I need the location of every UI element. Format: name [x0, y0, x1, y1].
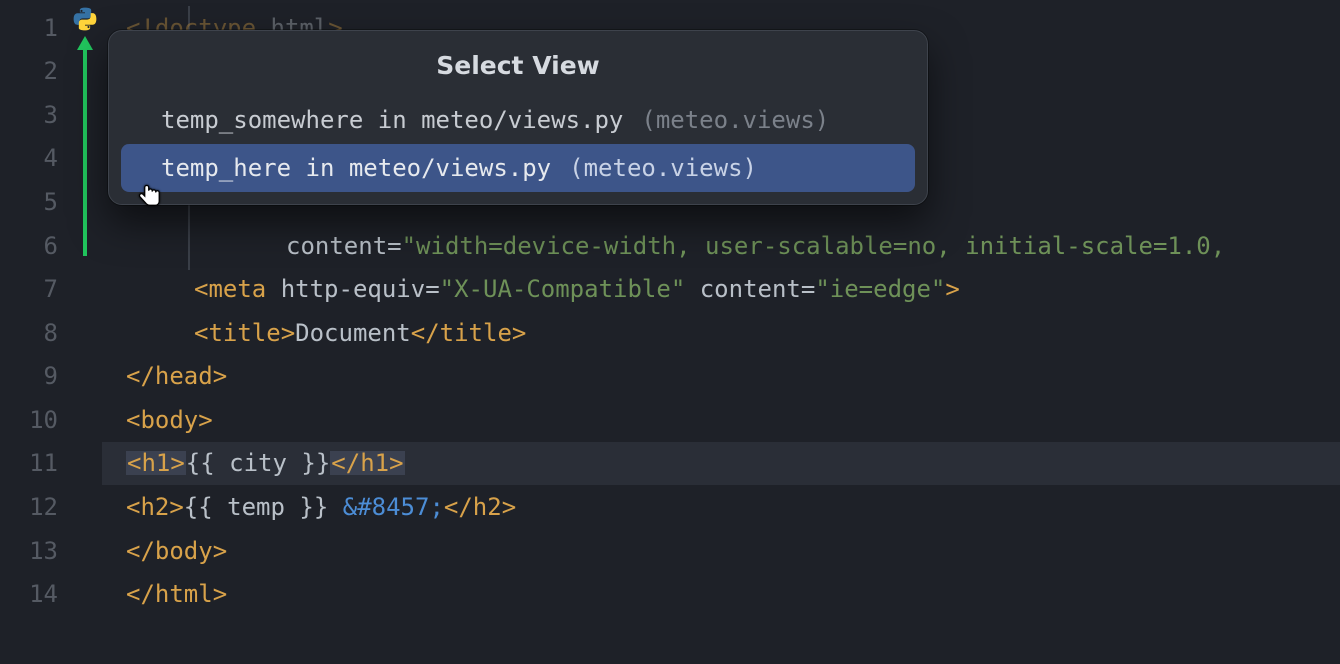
- select-view-popup[interactable]: Select View temp_somewhere in meteo/view…: [108, 30, 928, 205]
- arrow-up-icon: [80, 36, 90, 256]
- popup-item[interactable]: temp_somewhere in meteo/views.py (meteo.…: [121, 96, 915, 144]
- line-number: 10: [0, 398, 68, 442]
- popup-title: Select View: [109, 31, 927, 96]
- line-number: 5: [0, 180, 68, 224]
- line-number: 14: [0, 572, 68, 616]
- code-line[interactable]: <meta http-equiv="X-UA-Compatible" conte…: [102, 267, 1340, 311]
- popup-item-module: (meteo.views): [641, 108, 829, 132]
- gutter-icon-strip: [68, 0, 102, 664]
- line-number: 3: [0, 93, 68, 137]
- line-number: 12: [0, 485, 68, 529]
- line-number: 7: [0, 267, 68, 311]
- code-line[interactable]: <title>Document</title>: [102, 311, 1340, 355]
- code-line[interactable]: content="width=device-width, user-scalab…: [102, 224, 1340, 268]
- code-line[interactable]: </html>: [102, 572, 1340, 616]
- line-number: 8: [0, 311, 68, 355]
- code-line[interactable]: </head>: [102, 355, 1340, 399]
- line-number-gutter: 1 2 3 4 5 6 7 8 9 10 11 12 13 14: [0, 0, 68, 664]
- code-line[interactable]: <h2>{{ temp }} &#8457;</h2>: [102, 485, 1340, 529]
- popup-item-label: temp_here in meteo/views.py: [161, 156, 551, 180]
- line-number: 6: [0, 224, 68, 268]
- python-icon: [72, 6, 98, 32]
- popup-item-selected[interactable]: temp_here in meteo/views.py (meteo.views…: [121, 144, 915, 192]
- popup-item-label: temp_somewhere in meteo/views.py: [161, 108, 623, 132]
- popup-item-module: (meteo.views): [569, 156, 757, 180]
- line-number: 1: [0, 6, 68, 50]
- code-line-current[interactable]: <h1>{{ city }}</h1>: [102, 442, 1340, 486]
- line-number: 9: [0, 355, 68, 399]
- line-number: 4: [0, 137, 68, 181]
- line-number: 2: [0, 50, 68, 94]
- code-line[interactable]: </body>: [102, 529, 1340, 573]
- line-number: 13: [0, 529, 68, 573]
- code-line[interactable]: <body>: [102, 398, 1340, 442]
- line-number: 11: [0, 442, 68, 486]
